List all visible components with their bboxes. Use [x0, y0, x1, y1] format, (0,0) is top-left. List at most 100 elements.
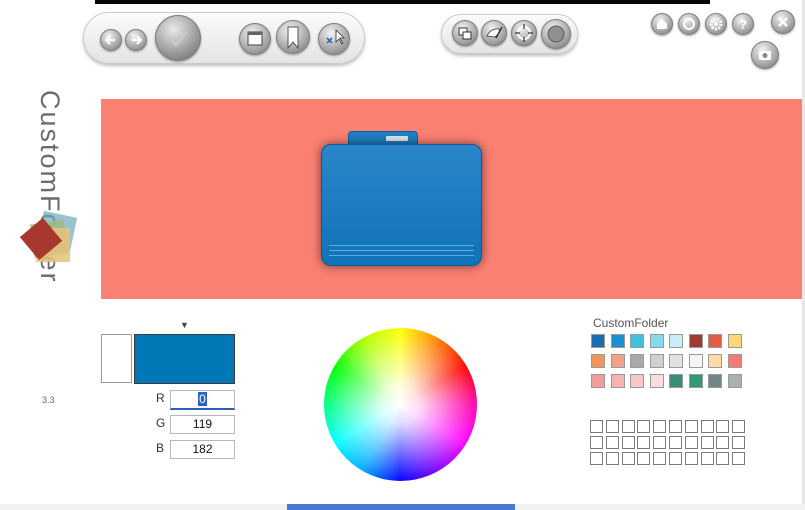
palette-swatch[interactable] — [649, 354, 664, 368]
home-button[interactable] — [651, 13, 673, 35]
palette-swatch[interactable] — [669, 374, 683, 388]
custom-color-slot[interactable] — [684, 420, 698, 433]
folder-preview-tab-label — [386, 136, 408, 141]
palette-swatch[interactable] — [708, 334, 722, 348]
custom-color-slot[interactable] — [605, 420, 619, 433]
custom-color-slot[interactable] — [653, 452, 667, 465]
custom-color-slot[interactable] — [732, 436, 746, 449]
palette-swatch[interactable] — [610, 374, 625, 388]
help-icon: ? — [739, 17, 747, 32]
palette-swatch[interactable] — [610, 334, 625, 348]
g-label: G — [156, 416, 166, 430]
palette-swatch[interactable] — [688, 374, 703, 388]
palette-swatch[interactable] — [630, 374, 644, 388]
g-input[interactable]: 119 — [170, 415, 235, 434]
palette-swatch[interactable] — [727, 374, 742, 388]
palette-swatch[interactable] — [591, 354, 605, 368]
custom-color-slot[interactable] — [590, 452, 603, 465]
custom-color-slot[interactable] — [590, 420, 603, 433]
custom-color-slot[interactable] — [637, 436, 651, 449]
r-label: R — [156, 391, 165, 405]
palette-title: CustomFolder — [593, 316, 669, 330]
custom-color-slot[interactable] — [669, 452, 682, 465]
circle-icon — [547, 25, 565, 43]
custom-color-slot[interactable] — [637, 420, 651, 433]
help-button[interactable]: ? — [732, 13, 754, 35]
custom-color-slot[interactable] — [669, 420, 682, 433]
custom-color-slot[interactable] — [700, 436, 714, 449]
custom-color-slot[interactable] — [700, 420, 714, 433]
palette-swatch[interactable] — [630, 334, 644, 348]
custom-color-slot[interactable] — [669, 436, 682, 449]
folder-preview-line — [329, 250, 474, 251]
app-logo — [18, 208, 82, 272]
palette-swatch[interactable] — [610, 354, 625, 368]
palette-swatch[interactable] — [649, 334, 664, 348]
settings-button[interactable] — [705, 13, 727, 35]
gear-icon — [709, 17, 723, 31]
paint-button[interactable] — [481, 20, 507, 46]
custom-color-slot[interactable] — [716, 420, 730, 433]
color-wheel[interactable] — [324, 328, 477, 481]
custom-color-slot[interactable] — [605, 452, 619, 465]
custom-color-slot[interactable] — [653, 436, 667, 449]
custom-color-slot[interactable] — [732, 452, 746, 465]
custom-color-grid — [590, 420, 750, 470]
cursor-button[interactable] — [318, 23, 350, 55]
folder-icon-preview — [321, 144, 482, 266]
app-logo-icon — [19, 210, 78, 262]
b-input[interactable]: 182 — [170, 440, 235, 459]
folder-preview-line — [329, 245, 474, 246]
refresh-icon — [683, 18, 695, 30]
window-button[interactable] — [239, 23, 271, 55]
palette-swatch[interactable] — [669, 334, 683, 348]
palette-swatch[interactable] — [688, 354, 703, 368]
palette-swatch[interactable] — [669, 354, 683, 368]
previous-color-swatch[interactable] — [101, 334, 132, 383]
camera-icon — [759, 51, 771, 60]
taskbar-strip — [287, 504, 515, 510]
custom-color-slot[interactable] — [621, 436, 635, 449]
palette-swatch[interactable] — [708, 354, 722, 368]
palette-swatch[interactable] — [727, 334, 742, 348]
screenshot-button[interactable] — [751, 41, 779, 69]
circle-button[interactable] — [541, 19, 571, 49]
layers-button[interactable] — [452, 20, 478, 46]
back-button[interactable] — [100, 29, 122, 51]
refresh-button[interactable] — [678, 13, 700, 35]
custom-color-slot[interactable] — [605, 436, 619, 449]
paint-icon — [486, 26, 503, 39]
apply-icon — [168, 31, 189, 48]
custom-color-slot[interactable] — [716, 436, 730, 449]
current-color-swatch[interactable] — [134, 334, 235, 384]
custom-color-slot[interactable] — [590, 436, 603, 449]
custom-color-slot[interactable] — [716, 452, 730, 465]
palette-swatch[interactable] — [630, 354, 644, 368]
custom-color-slot[interactable] — [621, 452, 635, 465]
palette-swatch[interactable] — [649, 374, 664, 388]
custom-color-slot[interactable] — [637, 452, 651, 465]
custom-color-slot[interactable] — [621, 420, 635, 433]
top-edge-bar — [95, 0, 710, 4]
close-button[interactable] — [771, 10, 795, 34]
custom-color-slot[interactable] — [732, 420, 746, 433]
custom-color-slot[interactable] — [700, 452, 714, 465]
refresh-arrows-button[interactable] — [511, 20, 537, 46]
home-icon — [657, 19, 667, 29]
palette-swatch[interactable] — [708, 374, 722, 388]
palette-swatch[interactable] — [591, 334, 605, 348]
palette-swatch[interactable] — [688, 334, 703, 348]
svg-text:?: ? — [739, 17, 747, 32]
custom-color-slot[interactable] — [684, 452, 698, 465]
forward-button[interactable] — [125, 29, 147, 51]
custom-color-slot[interactable] — [653, 420, 667, 433]
bookmark-button[interactable] — [276, 20, 310, 54]
custom-color-slot[interactable] — [684, 436, 698, 449]
dropdown-arrow-icon[interactable]: ▼ — [180, 320, 189, 330]
color-palette — [591, 334, 751, 394]
r-input[interactable]: 0 — [170, 390, 235, 410]
palette-swatch[interactable] — [727, 354, 742, 368]
apply-button[interactable] — [155, 15, 201, 61]
palette-swatch[interactable] — [591, 374, 605, 388]
folder-preview-line — [329, 255, 474, 256]
